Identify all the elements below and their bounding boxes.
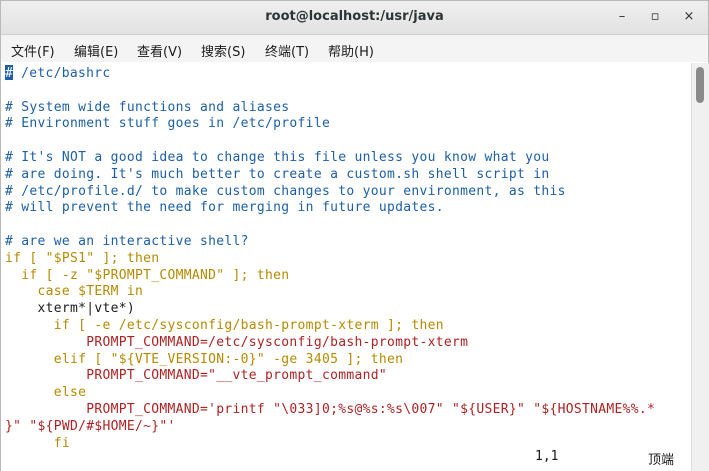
title-bar[interactable]: root@localhost:/usr/java – ▫ × (1, 1, 708, 35)
terminal-line: if [ -z "$PROMPT_COMMAND" ]; then (5, 267, 290, 283)
menu-help[interactable]: 帮助(H) (328, 41, 374, 60)
terminal-content[interactable]: # /etc/bashrc # System wide functions and… (1, 63, 691, 471)
terminal-line: # will prevent the need for merging in f… (5, 200, 444, 216)
terminal-line: }" "${PWD/#$HOME/~}"' (5, 418, 176, 434)
close-button[interactable]: × (678, 7, 700, 27)
terminal-line: # System wide functions and aliases (5, 99, 290, 115)
menu-file[interactable]: 文件(F) (11, 41, 55, 60)
menu-bar: 文件(F) 编辑(E) 查看(V) 搜索(S) 终端(T) 帮助(H) (1, 35, 708, 62)
terminal-line: # /etc/bashrc (5, 65, 111, 82)
terminal-line: PROMPT_COMMAND=/etc/sysconfig/bash-promp… (5, 334, 469, 350)
menu-search[interactable]: 搜索(S) (201, 41, 245, 60)
minimize-button[interactable]: – (611, 7, 633, 27)
terminal-line: else (5, 385, 87, 401)
vim-status-line: 1,1 顶端 (1, 447, 691, 468)
scrollbar[interactable] (691, 63, 709, 471)
terminal-line: PROMPT_COMMAND='printf "\033]0;%s@%s:%s\… (5, 402, 656, 417)
scroll-position: 顶端 (648, 453, 675, 468)
menu-edit[interactable]: 编辑(E) (74, 41, 118, 60)
maximize-button[interactable]: ▫ (644, 7, 666, 27)
menu-terminal[interactable]: 终端(T) (265, 41, 309, 60)
text-cursor: # (5, 65, 14, 81)
window-title: root@localhost:/usr/java (265, 9, 444, 24)
cursor-position: 1,1 (535, 449, 559, 464)
terminal-line: # Environment stuff goes in /etc/profile (5, 116, 331, 132)
terminal-line: # /etc/profile.d/ to make custom changes… (5, 183, 566, 199)
terminal-line: xterm*|vte*) (5, 301, 136, 317)
terminal-line-text: /etc/bashrc (13, 66, 111, 81)
scrollbar-thumb[interactable] (696, 67, 704, 103)
terminal-line: PROMPT_COMMAND="__vte_prompt_command" (5, 368, 387, 384)
terminal-line: case $TERM in (5, 284, 144, 300)
terminal-line: # are we an interactive shell? (5, 234, 249, 249)
terminal-line: # It's NOT a good idea to change this fi… (5, 150, 550, 165)
menu-view[interactable]: 查看(V) (137, 41, 182, 60)
terminal-line: # are doing. It's much better to create … (5, 166, 550, 182)
terminal-line: if [ -e /etc/sysconfig/bash-prompt-xterm… (5, 318, 444, 333)
terminal-window: root@localhost:/usr/java – ▫ × 文件(F) 编辑(… (0, 0, 709, 471)
terminal-line: if [ "$PS1" ]; then (5, 250, 160, 266)
terminal-line: elif [ "${VTE_VERSION:-0}" -ge 3405 ]; t… (5, 351, 404, 367)
